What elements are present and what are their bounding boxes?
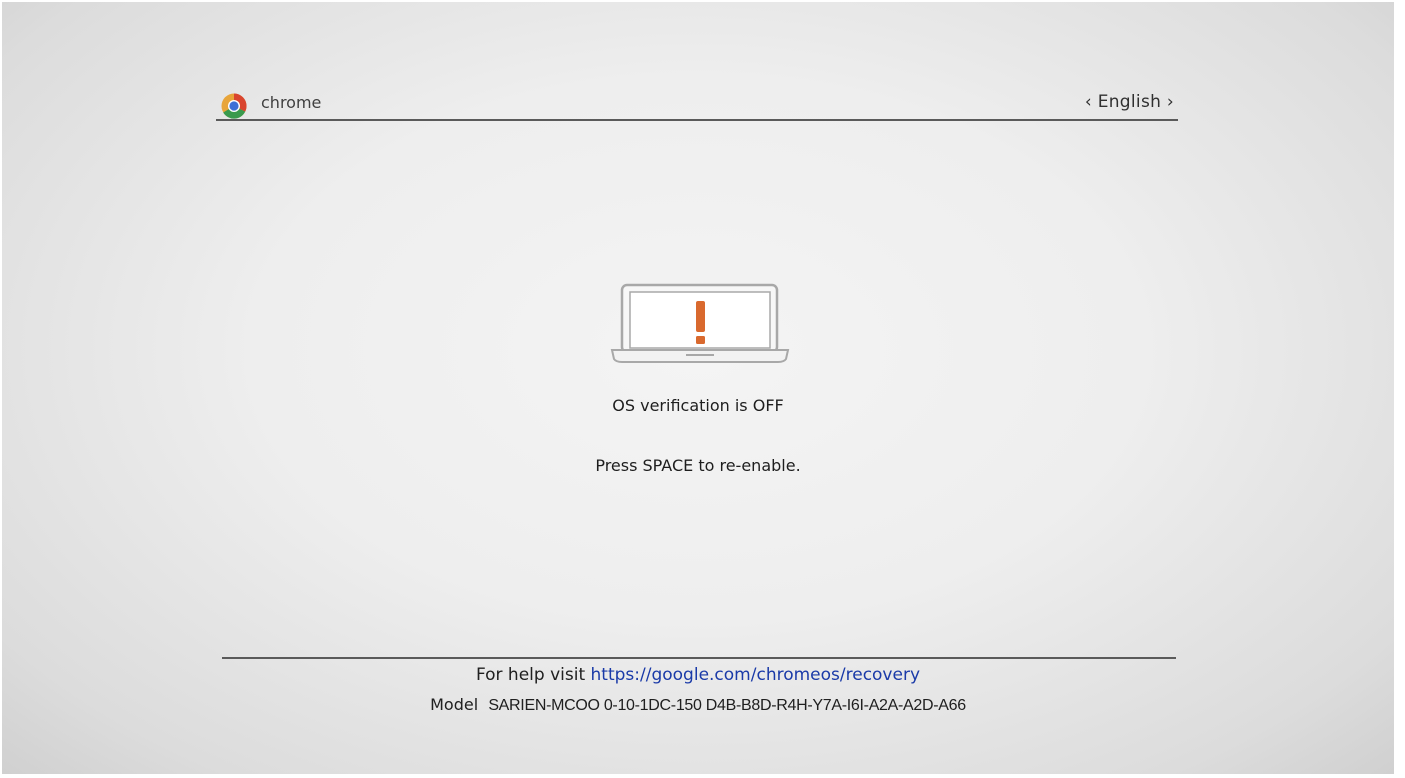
model-line: Model SARIEN-MCOO 0-10-1DC-150 D4B-B8D-R…: [2, 695, 1394, 715]
model-label: Model: [430, 695, 479, 714]
language-label: English: [1097, 92, 1162, 112]
language-prev-icon: ‹: [1084, 92, 1092, 112]
help-prefix: For help visit: [475, 665, 586, 685]
footer-divider: [222, 657, 1176, 659]
chrome-logo-icon: [221, 93, 247, 119]
header: chrome ‹ English ›: [216, 88, 1178, 121]
header-divider: [216, 119, 1178, 121]
reenable-instruction: Press SPACE to re-enable.: [595, 456, 801, 475]
verification-status-title: OS verification is OFF: [612, 396, 784, 415]
language-selector[interactable]: ‹ English ›: [1085, 92, 1174, 112]
brand-name: chrome: [261, 93, 322, 112]
model-value: SARIEN-MCOO 0-10-1DC-150 D4B-B8D-R4H-Y7A…: [488, 697, 966, 714]
recovery-screen: chrome ‹ English › OS verification is OF…: [2, 2, 1394, 774]
help-line: For help visit https://google.com/chrome…: [2, 665, 1394, 685]
laptop-warning-icon: [610, 283, 790, 363]
recovery-help-link[interactable]: https://google.com/chromeos/recovery: [591, 665, 920, 685]
language-next-icon: ›: [1166, 92, 1174, 112]
